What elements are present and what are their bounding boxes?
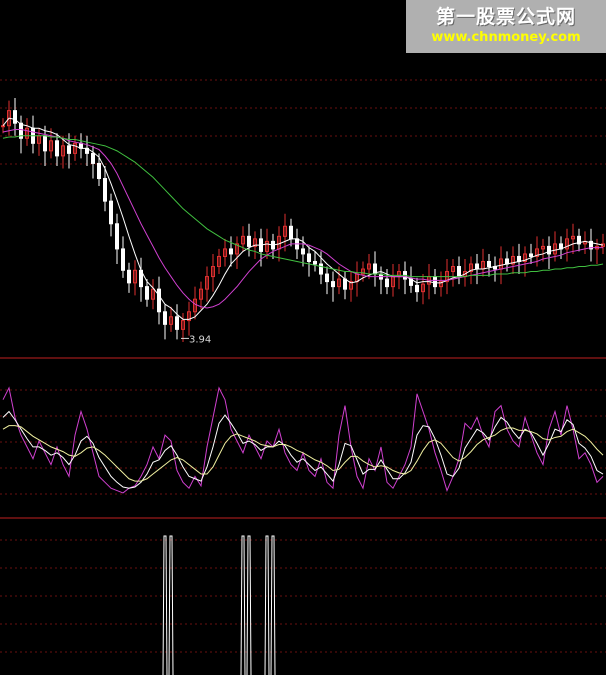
candle-body	[67, 145, 71, 154]
candle-body	[115, 223, 119, 250]
candle-body	[127, 269, 131, 284]
candle-body	[103, 178, 107, 202]
watermark-logo: 第一股票公式网 www.chnmoney.com	[406, 0, 606, 53]
signal-spike	[240, 535, 246, 675]
candle-body	[301, 248, 305, 255]
candle-body	[289, 225, 293, 240]
signal-spike	[168, 535, 174, 675]
candle-body	[457, 266, 461, 278]
watermark-title: 第一股票公式网	[435, 6, 576, 28]
candle-body	[307, 253, 311, 262]
candle-body	[385, 278, 389, 288]
candle-body	[247, 235, 251, 247]
candle-body	[109, 200, 113, 225]
candle-body	[433, 276, 437, 288]
candle-body	[415, 284, 419, 293]
signal-spike	[264, 535, 270, 675]
oscillator-panel[interactable]	[2, 386, 604, 494]
candle-body	[325, 273, 329, 283]
candle-body	[475, 263, 479, 270]
candle-body	[91, 152, 95, 164]
signal-spike	[270, 535, 276, 675]
candle-body	[505, 258, 509, 265]
candle-body	[229, 248, 233, 255]
candle-body	[319, 263, 323, 275]
candle-body	[529, 253, 533, 257]
price-panel[interactable]	[1, 98, 605, 342]
candle-body	[13, 110, 17, 124]
candle-body	[313, 260, 317, 265]
candle-body	[43, 135, 47, 152]
candle-body	[55, 140, 59, 157]
candle-body	[547, 245, 551, 255]
oscillator-line-2	[2, 410, 604, 489]
low-price-label: 3.94	[189, 334, 211, 345]
candle-body	[97, 162, 101, 180]
candle-body	[175, 316, 179, 330]
signal-panel[interactable]	[162, 535, 276, 675]
oscillator-line-1	[2, 386, 604, 494]
signal-spike	[162, 535, 168, 675]
signal-spike	[246, 535, 252, 675]
candle-body	[1, 125, 5, 128]
watermark-url: www.chnmoney.com	[431, 30, 581, 45]
candle-body	[343, 278, 347, 290]
candle-body	[121, 248, 125, 271]
candle-body	[331, 281, 335, 288]
candle-body	[157, 288, 161, 313]
candle-body	[487, 260, 491, 268]
candle-body	[145, 286, 149, 300]
candle-body	[163, 311, 167, 325]
stock-chart[interactable]: 3.94	[0, 0, 606, 675]
candle-body	[517, 255, 521, 262]
grid-lines	[0, 79, 606, 653]
